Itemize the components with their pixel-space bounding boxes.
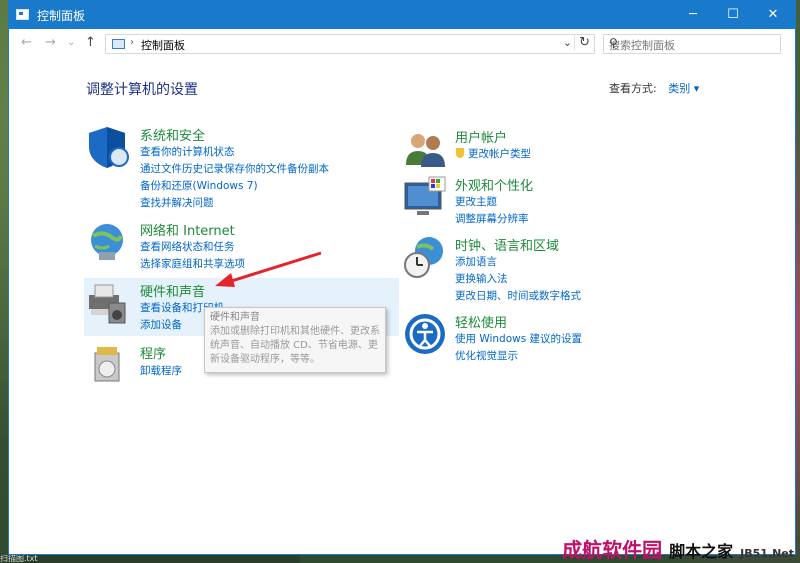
users-icon xyxy=(406,134,445,167)
link[interactable]: 查看你的计算机状态 xyxy=(140,144,235,159)
link[interactable]: 更改帐户类型 xyxy=(468,146,531,161)
history-dropdown-icon[interactable]: ⌄ xyxy=(563,36,572,49)
main-content: 调整计算机的设置 查看方式: 类别 ▾ 系统和安全 查看你的计算机状态 通过文件… xyxy=(9,59,795,554)
category-title[interactable]: 网络和 Internet xyxy=(140,220,235,239)
address-toolbar: ← → ⌄ ↑ › 控制面板 ⌄ ↻ 搜索控制面板 ⚲ xyxy=(9,29,795,59)
category-title[interactable]: 时钟、语言和区域 xyxy=(455,235,559,254)
watermark-line2: 脚本之家 xyxy=(669,542,734,561)
category-title[interactable]: 程序 xyxy=(140,343,166,362)
chevron-right-icon[interactable]: › xyxy=(130,37,134,48)
shield-icon xyxy=(89,127,129,168)
view-by: 查看方式: 类别 ▾ xyxy=(609,80,699,96)
tooltip: 硬件和声音 添加或删除打印机和其他硬件、更改系统声音、自动播放 CD、节省电源、… xyxy=(204,307,386,373)
back-arrow-icon[interactable]: ← xyxy=(21,35,32,50)
link[interactable]: 优化视觉显示 xyxy=(455,348,518,363)
category-title[interactable]: 外观和个性化 xyxy=(455,175,533,194)
link[interactable]: 通过文件历史记录保存你的文件备份副本 xyxy=(140,161,329,176)
view-by-label: 查看方式: xyxy=(609,82,657,95)
red-arrow-annotation xyxy=(215,251,322,287)
maximize-button[interactable]: ☐ xyxy=(713,1,753,29)
printer-speaker-icon xyxy=(89,284,126,324)
breadcrumb[interactable]: 控制面板 xyxy=(141,37,185,53)
tooltip-body: 添加或删除打印机和其他硬件、更改系统声音、自动播放 CD、节省电源、更新设备驱动… xyxy=(210,326,380,365)
taskbar-text: 扫描图.txt xyxy=(0,555,300,563)
link[interactable]: 卸载程序 xyxy=(140,363,182,378)
control-panel-window: 控制面板 ─ ☐ ✕ ← → ⌄ ↑ › 控制面板 ⌄ ↻ 搜索控制面板 ⚲ 调… xyxy=(8,0,796,555)
link[interactable]: 更改日期、时间或数字格式 xyxy=(455,288,581,303)
category-title[interactable]: 硬件和声音 xyxy=(140,281,205,300)
ease-of-access-icon xyxy=(405,314,445,354)
programs-box-icon xyxy=(94,347,120,382)
watermark-line1: 成航软件园 xyxy=(562,538,663,562)
network-globe-icon xyxy=(91,224,123,260)
tooltip-title: 硬件和声音 xyxy=(210,312,260,323)
watermark: 成航软件园 脚本之家 JB51.Net xyxy=(562,534,794,563)
link[interactable]: 调整屏幕分辨率 xyxy=(455,211,529,226)
control-panel-icon xyxy=(16,9,29,20)
link[interactable]: 查找并解决问题 xyxy=(140,195,214,210)
up-arrow-icon[interactable]: ↑ xyxy=(85,35,96,50)
link[interactable]: 更换输入法 xyxy=(455,271,508,286)
close-button[interactable]: ✕ xyxy=(753,1,793,29)
forward-arrow-icon[interactable]: → xyxy=(45,35,56,50)
link[interactable]: 添加设备 xyxy=(140,317,182,332)
clock-globe-icon xyxy=(404,237,443,278)
address-bar[interactable]: › 控制面板 ⌄ ↻ xyxy=(105,34,595,54)
uac-shield-icon xyxy=(456,148,464,158)
page-title: 调整计算机的设置 xyxy=(86,82,198,98)
link[interactable]: 使用 Windows 建议的设置 xyxy=(455,331,582,346)
title-bar[interactable]: 控制面板 ─ ☐ ✕ xyxy=(9,1,795,29)
window-title: 控制面板 xyxy=(37,9,86,23)
link[interactable]: 添加语言 xyxy=(455,254,497,269)
link[interactable]: 更改主题 xyxy=(455,194,497,209)
category-title[interactable]: 轻松使用 xyxy=(455,312,507,331)
watermark-line3: JB51.Net xyxy=(740,547,794,560)
refresh-icon[interactable]: ↻ xyxy=(574,35,590,50)
search-input[interactable]: 搜索控制面板 ⚲ xyxy=(603,34,781,54)
view-by-dropdown[interactable]: 类别 ▾ xyxy=(668,82,699,95)
search-icon[interactable]: ⚲ xyxy=(609,36,775,50)
control-panel-icon xyxy=(112,39,125,49)
category-title[interactable]: 用户帐户 xyxy=(455,127,507,146)
chevron-down-icon[interactable]: ⌄ xyxy=(67,37,75,48)
category-title[interactable]: 系统和安全 xyxy=(140,125,205,144)
monitor-palette-icon xyxy=(404,176,446,215)
link[interactable]: 备份和还原(Windows 7) xyxy=(140,178,258,193)
minimize-button[interactable]: ─ xyxy=(673,1,713,29)
